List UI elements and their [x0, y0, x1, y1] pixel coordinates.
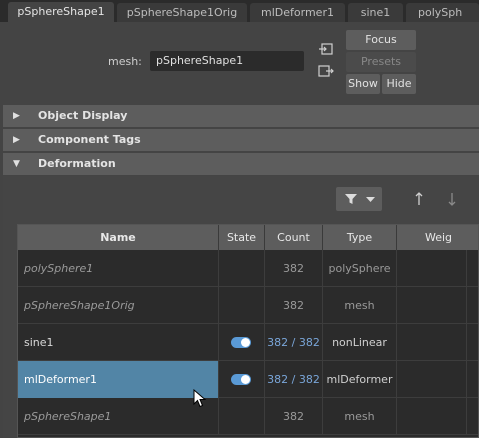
row-weight [397, 361, 467, 398]
row-type: polySphere [323, 250, 397, 287]
row-name: mlDeformer1 [18, 361, 219, 398]
deformer-table: Name State Count Type Weig polySphere1 3… [17, 224, 479, 438]
row-weight [397, 398, 467, 435]
row-state [219, 250, 265, 287]
row-count: 382 [265, 250, 323, 287]
mesh-label: mesh: [108, 55, 142, 68]
row-state [219, 287, 265, 324]
filter-icon [345, 194, 357, 204]
row-weight [397, 287, 467, 324]
show-button[interactable]: Show [346, 74, 380, 94]
column-header-count[interactable]: Count [265, 225, 323, 250]
mesh-field[interactable]: pSphereShape1 [150, 51, 304, 71]
tab-psphereshape1orig[interactable]: pSphereShape1Orig [117, 3, 247, 22]
section-deformation[interactable]: ▼ Deformation [3, 153, 479, 175]
section-label: Object Display [38, 109, 128, 122]
tab-polysphere[interactable]: polySph [406, 3, 479, 22]
section-component-tags[interactable]: ▶ Component Tags [3, 129, 479, 151]
row-name: pSphereShape1 [18, 398, 219, 435]
section-label: Deformation [38, 157, 116, 170]
column-header-weight[interactable]: Weig [397, 225, 478, 250]
filter-button[interactable] [336, 187, 382, 211]
column-header-type[interactable]: Type [323, 225, 397, 250]
tab-bar: pSphereShape1 pSphereShape1Orig mlDeform… [0, 0, 479, 22]
row-name: pSphereShape1Orig [18, 287, 219, 324]
tab-psphereshape1[interactable]: pSphereShape1 [8, 2, 114, 22]
row-name: sine1 [18, 324, 219, 361]
table-row[interactable]: polySphere1 382 polySphere [18, 250, 478, 287]
hide-button[interactable]: Hide [382, 74, 416, 94]
presets-button[interactable]: Presets [346, 52, 416, 72]
collapsed-arrow-icon: ▶ [13, 135, 20, 145]
tab-mldeformer1[interactable]: mlDeformer1 [250, 3, 345, 22]
state-toggle[interactable] [231, 337, 251, 348]
collapsed-arrow-icon: ▶ [13, 111, 20, 121]
table-row[interactable]: mlDeformer1 382 / 382 mlDeformer [18, 361, 478, 398]
tab-sine1[interactable]: sine1 [348, 3, 403, 22]
table-row[interactable]: sine1 382 / 382 nonLinear [18, 324, 478, 361]
row-weight [397, 324, 467, 361]
column-header-name[interactable]: Name [18, 225, 219, 250]
row-state [219, 398, 265, 435]
row-weight [397, 250, 467, 287]
row-type: mesh [323, 287, 397, 324]
column-header-state[interactable]: State [219, 225, 265, 250]
table-row[interactable]: pSphereShape1Orig 382 mesh [18, 287, 478, 324]
row-type: mlDeformer [323, 361, 397, 398]
expanded-arrow-icon: ▼ [13, 159, 20, 169]
chevron-down-icon [366, 197, 375, 202]
row-count[interactable]: 382 / 382 [265, 361, 323, 398]
row-name: polySphere1 [18, 250, 219, 287]
row-count: 382 [265, 398, 323, 435]
focus-button[interactable]: Focus [346, 30, 416, 50]
input-connection-icon[interactable] [318, 42, 334, 56]
row-type: mesh [323, 398, 397, 435]
row-state [219, 361, 265, 398]
row-count: 382 [265, 287, 323, 324]
state-toggle[interactable] [231, 374, 251, 385]
output-connection-icon[interactable] [318, 64, 334, 78]
mouse-cursor-icon [193, 389, 207, 408]
table-row[interactable]: pSphereShape1 382 mesh [18, 398, 478, 435]
row-state [219, 324, 265, 361]
row-count[interactable]: 382 / 382 [265, 324, 323, 361]
move-up-icon[interactable] [415, 192, 423, 206]
section-label: Component Tags [38, 133, 141, 146]
section-object-display[interactable]: ▶ Object Display [3, 105, 479, 127]
row-type: nonLinear [323, 324, 397, 361]
move-down-icon[interactable] [448, 192, 456, 206]
table-header: Name State Count Type Weig [18, 225, 478, 250]
